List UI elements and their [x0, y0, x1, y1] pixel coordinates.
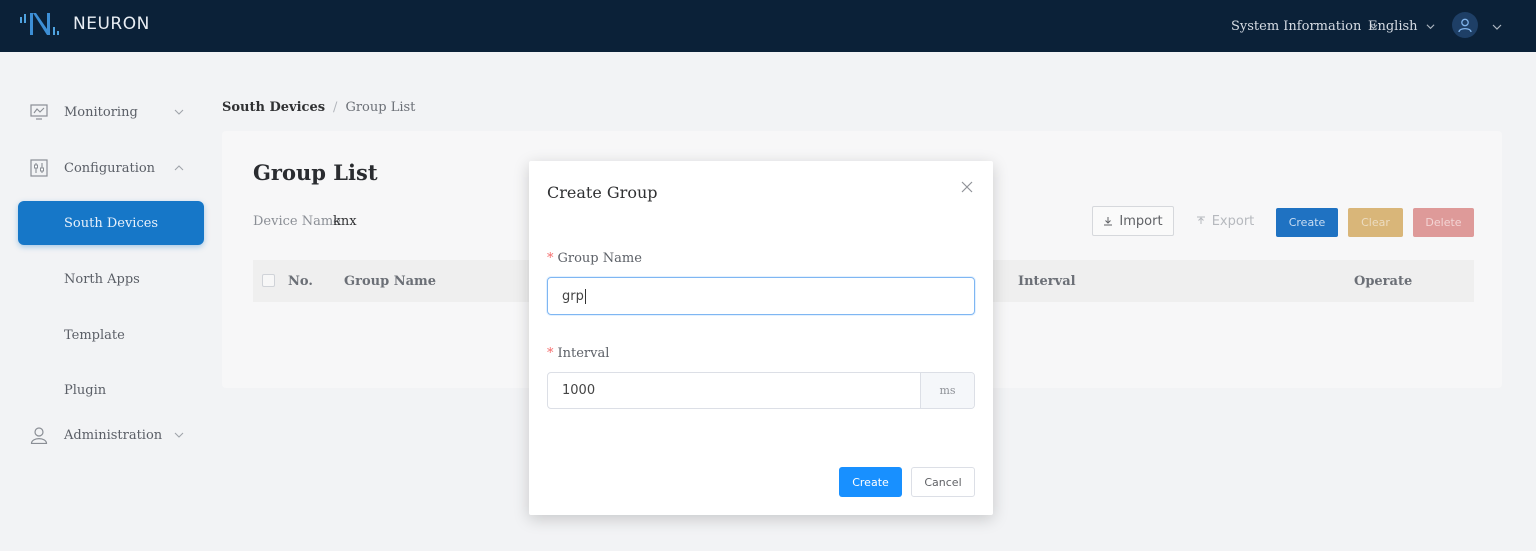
dialog-create-button[interactable]: Create [839, 467, 902, 497]
system-information-label: System Information [1231, 19, 1362, 34]
user-avatar[interactable] [1452, 12, 1478, 38]
interval-label: * Interval [547, 346, 609, 361]
brand-name: NEURON [73, 14, 150, 34]
language-menu[interactable]: English [1368, 19, 1435, 34]
text-caret [584, 288, 586, 304]
group-name-label: * Group Name [547, 251, 642, 266]
interval-value: 1000 [562, 383, 596, 398]
user-icon [1458, 18, 1472, 33]
required-marker: * [547, 346, 554, 361]
language-label: English [1368, 19, 1418, 34]
create-group-dialog: Create Group * Group Name grp * Interval 1… [529, 161, 993, 515]
interval-unit: ms [920, 373, 974, 408]
group-name-input[interactable]: grp [547, 277, 975, 315]
neuron-logo[interactable]: NEURON [20, 11, 150, 37]
group-name-value: grp [562, 288, 584, 304]
dialog-cancel-button[interactable]: Cancel [911, 467, 975, 497]
required-marker: * [547, 251, 554, 266]
chevron-down-icon[interactable] [1492, 22, 1502, 32]
system-information-menu[interactable]: System Information [1231, 19, 1378, 34]
interval-input[interactable]: 1000 ms [547, 372, 975, 409]
neuron-logo-icon [20, 13, 59, 35]
close-icon[interactable] [961, 181, 973, 193]
top-header: NEURON System Information English [0, 0, 1536, 52]
dialog-title: Create Group [547, 183, 658, 202]
group-name-label-text: Group Name [557, 251, 642, 266]
chevron-down-icon [1426, 24, 1435, 30]
interval-label-text: Interval [557, 346, 610, 361]
